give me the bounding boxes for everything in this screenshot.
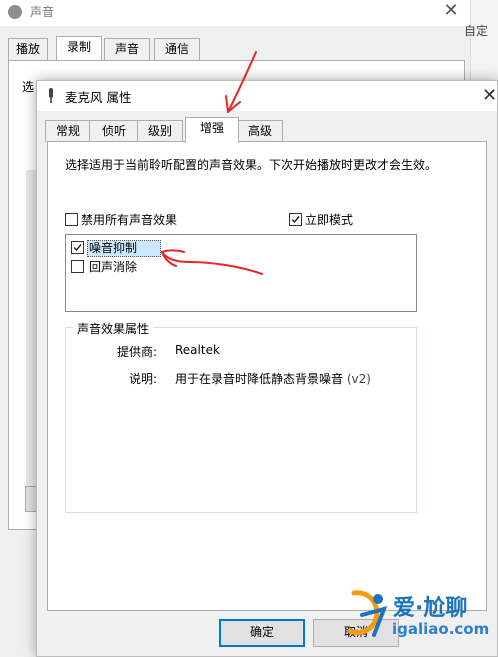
- annotation-overlay: [161, 51, 263, 275]
- watermark-url: igaliao.com: [392, 620, 490, 638]
- arrow-to-tab-icon: [225, 51, 257, 113]
- watermark-title: 爱·尬聊: [393, 596, 468, 621]
- tab-enhancements[interactable]: 增强: [185, 117, 239, 143]
- arrow-to-noise-icon: [161, 249, 263, 275]
